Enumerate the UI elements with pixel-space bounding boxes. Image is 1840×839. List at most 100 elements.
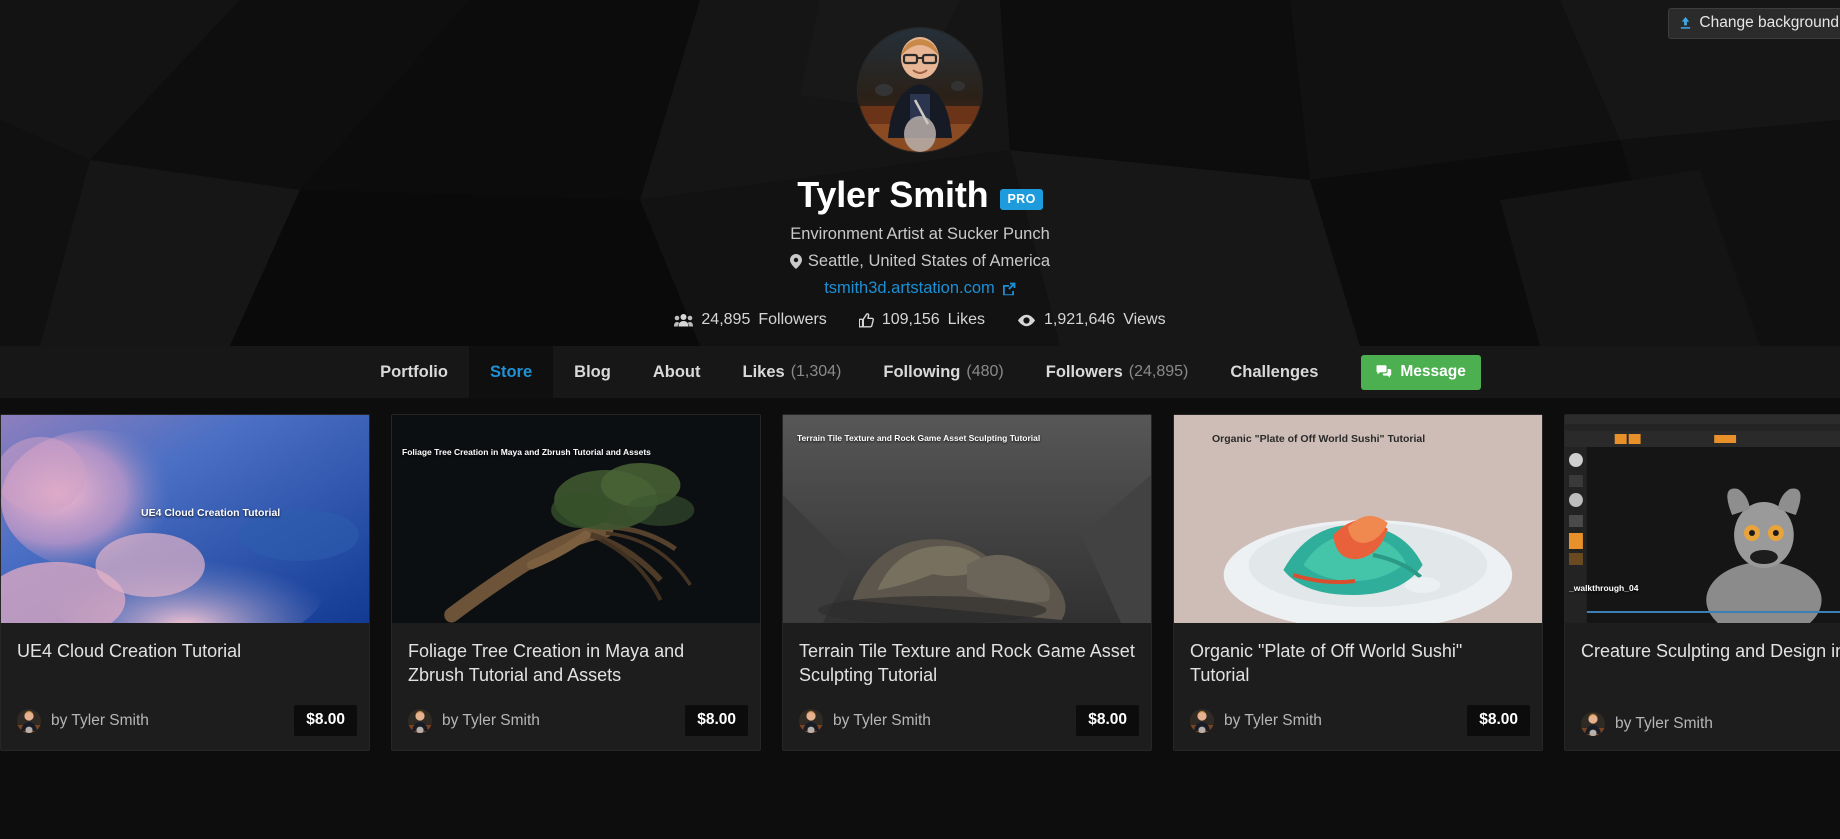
card-thumbnail[interactable]: Organic "Plate of Off World Sushi" Tutor… bbox=[1174, 415, 1542, 623]
card-footer: by Tyler Smith $8.00 bbox=[783, 695, 1151, 750]
map-pin-icon bbox=[789, 254, 802, 269]
followers-count: 24,895 bbox=[701, 311, 751, 328]
thumbnail-overlay-label: Terrain Tile Texture and Rock Game Asset… bbox=[797, 433, 1041, 443]
upload-icon bbox=[1681, 16, 1691, 29]
card-footer: by Tyler Smith bbox=[1565, 702, 1840, 750]
users-icon bbox=[674, 314, 694, 327]
author-avatar[interactable] bbox=[1581, 712, 1605, 736]
card-footer: by Tyler Smith $8.00 bbox=[1, 695, 369, 750]
author-avatar[interactable] bbox=[408, 708, 432, 733]
card-thumbnail[interactable]: _walkthrough_04 bbox=[1565, 415, 1840, 623]
author-avatar[interactable] bbox=[799, 708, 823, 733]
author-avatar[interactable] bbox=[1190, 708, 1214, 733]
likes-count: 109,156 bbox=[881, 311, 940, 328]
author-avatar-image bbox=[408, 708, 432, 733]
tab-challenges[interactable]: Challenges bbox=[1209, 346, 1339, 398]
tab-following[interactable]: Following (480) bbox=[862, 346, 1024, 398]
thumbnail-overlay-label: UE4 Cloud Creation Tutorial bbox=[141, 507, 281, 519]
avatar-image bbox=[858, 28, 982, 152]
author-avatar-image bbox=[1190, 708, 1214, 733]
stat-followers: 24,895 Followers bbox=[674, 311, 827, 329]
tab-followers[interactable]: Followers (24,895) bbox=[1025, 346, 1210, 398]
profile-stats: 24,895 Followers 109,156 Likes 1,921,646… bbox=[674, 311, 1166, 329]
message-button-label: Message bbox=[1400, 362, 1466, 380]
stat-views: 1,921,646 Views bbox=[1017, 311, 1166, 329]
change-background-button[interactable]: Change background bbox=[1668, 8, 1840, 39]
eye-icon bbox=[1018, 314, 1036, 326]
stat-likes: 109,156 Likes bbox=[858, 311, 986, 329]
thumbnail-clouds-image bbox=[1, 415, 369, 623]
tab-store[interactable]: Store bbox=[468, 346, 554, 398]
tab-followers-label: Followers bbox=[1045, 362, 1123, 381]
tab-likes[interactable]: Likes (1,304) bbox=[721, 346, 862, 398]
change-background-label: Change background bbox=[1699, 14, 1839, 31]
tab-about[interactable]: About bbox=[632, 346, 722, 398]
thumbnail-overlay-label: _walkthrough_04 bbox=[1569, 583, 1639, 593]
price-badge: $8.00 bbox=[1076, 705, 1139, 736]
tab-likes-count: (1,304) bbox=[790, 363, 842, 380]
name-row: Tyler Smith PRO bbox=[797, 174, 1043, 216]
card-title: UE4 Cloud Creation Tutorial bbox=[17, 641, 242, 661]
likes-label: Likes bbox=[947, 311, 986, 328]
tab-followers-count: (24,895) bbox=[1128, 363, 1189, 380]
price-badge: $8.00 bbox=[685, 705, 748, 736]
tab-portfolio[interactable]: Portfolio bbox=[359, 346, 469, 398]
external-link-icon bbox=[1002, 282, 1016, 295]
price-badge: $8.00 bbox=[1467, 705, 1530, 736]
tab-blog[interactable]: Blog bbox=[553, 346, 632, 398]
profile-headline: Environment Artist at Sucker Punch bbox=[790, 225, 1050, 243]
author-avatar-image bbox=[1581, 712, 1605, 736]
thumbs-up-icon bbox=[858, 312, 874, 327]
profile-location: Seattle, United States of America bbox=[789, 252, 1051, 271]
profile-website-link[interactable]: tsmith3d.artstation.com bbox=[824, 279, 1016, 298]
store-card[interactable]: Terrain Tile Texture and Rock Game Asset… bbox=[782, 414, 1152, 751]
store-grid-container: UE4 Cloud Creation Tutorial UE4 Cloud Cr… bbox=[0, 398, 1840, 839]
thumbnail-overlay-label: Organic "Plate of Off World Sushi" Tutor… bbox=[1212, 433, 1426, 445]
profile-banner: Change background Tyler Smith PRO Enviro… bbox=[0, 0, 1840, 346]
store-card[interactable]: Foliage Tree Creation in Maya and Zbrush… bbox=[391, 414, 761, 751]
author-name: by Tyler Smith bbox=[51, 711, 149, 729]
card-title: Creature Sculpting and Design in Z bbox=[1581, 641, 1840, 661]
tab-blog-label: Blog bbox=[574, 362, 611, 381]
thumbnail-rocks-image bbox=[783, 415, 1151, 623]
author-name: by Tyler Smith bbox=[1224, 711, 1322, 729]
store-card[interactable]: Organic "Plate of Off World Sushi" Tutor… bbox=[1173, 414, 1543, 751]
author-avatar-image bbox=[17, 708, 41, 733]
card-footer: by Tyler Smith $8.00 bbox=[1174, 695, 1542, 750]
message-button[interactable]: Message bbox=[1361, 354, 1481, 390]
pro-badge: PRO bbox=[1000, 188, 1043, 210]
followers-label: Followers bbox=[758, 311, 827, 328]
store-grid: UE4 Cloud Creation Tutorial UE4 Cloud Cr… bbox=[0, 414, 1840, 751]
tab-challenges-label: Challenges bbox=[1230, 362, 1319, 381]
profile-nav: Portfolio Store Blog About Likes (1,304)… bbox=[0, 346, 1840, 398]
profile-summary: Tyler Smith PRO Environment Artist at Su… bbox=[0, 28, 1840, 329]
tab-about-label: About bbox=[652, 362, 701, 381]
card-title: Foliage Tree Creation in Maya and Zbrush… bbox=[408, 641, 685, 685]
tab-following-label: Following bbox=[883, 362, 961, 381]
nav-tabs: Portfolio Store Blog About Likes (1,304)… bbox=[359, 346, 1481, 398]
price-badge: $8.00 bbox=[294, 705, 357, 736]
author-name: by Tyler Smith bbox=[833, 711, 931, 729]
card-title: Organic "Plate of Off World Sushi" Tutor… bbox=[1190, 641, 1463, 685]
avatar[interactable] bbox=[858, 28, 982, 152]
store-card[interactable]: _walkthrough_04 Creature Sculpting and D… bbox=[1564, 414, 1840, 751]
tab-portfolio-label: Portfolio bbox=[380, 362, 448, 381]
card-thumbnail[interactable]: Foliage Tree Creation in Maya and Zbrush… bbox=[392, 415, 760, 623]
card-title: Terrain Tile Texture and Rock Game Asset… bbox=[799, 641, 1135, 685]
page-title: Tyler Smith bbox=[797, 174, 989, 215]
tab-likes-label: Likes bbox=[742, 362, 785, 381]
tab-following-count: (480) bbox=[966, 363, 1004, 380]
author-avatar[interactable] bbox=[17, 708, 41, 733]
website-label: tsmith3d.artstation.com bbox=[824, 279, 995, 297]
chat-bubble-icon bbox=[1376, 364, 1392, 378]
author-avatar-image bbox=[799, 708, 823, 733]
thumbnail-sushi-image bbox=[1174, 415, 1542, 623]
thumbnail-overlay-label: Foliage Tree Creation in Maya and Zbrush… bbox=[402, 447, 651, 457]
card-thumbnail[interactable]: Terrain Tile Texture and Rock Game Asset… bbox=[783, 415, 1151, 623]
views-count: 1,921,646 bbox=[1044, 311, 1116, 328]
location-label: Seattle, United States of America bbox=[807, 252, 1051, 270]
card-thumbnail[interactable]: UE4 Cloud Creation Tutorial bbox=[1, 415, 369, 623]
author-name: by Tyler Smith bbox=[1615, 715, 1713, 732]
views-label: Views bbox=[1123, 311, 1166, 328]
store-card[interactable]: UE4 Cloud Creation Tutorial UE4 Cloud Cr… bbox=[0, 414, 370, 751]
